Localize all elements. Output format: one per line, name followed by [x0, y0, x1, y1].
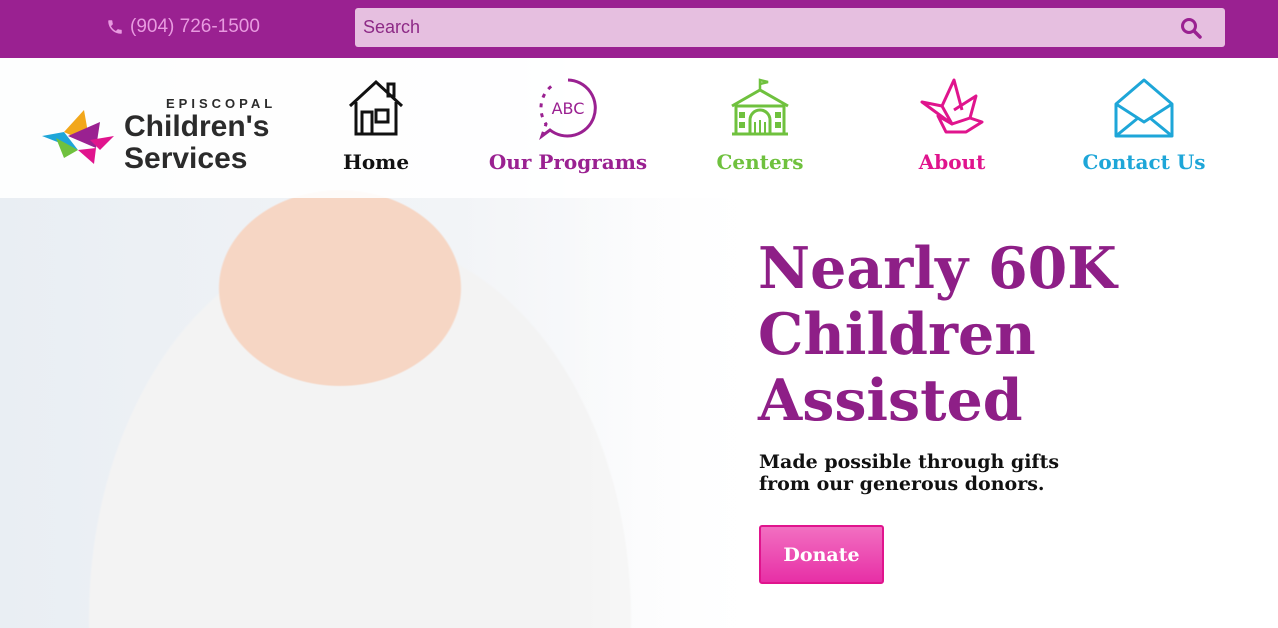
hero-headline-line-1: Nearly 60K	[758, 235, 1117, 302]
top-bar: (904) 726-1500	[0, 0, 1278, 58]
hero-headline: Nearly 60K Children Assisted	[758, 236, 1238, 434]
search-input[interactable]	[355, 8, 1175, 47]
building-icon	[731, 78, 789, 136]
logo-line-2: Children's	[124, 110, 270, 143]
logo-bird-icon	[42, 110, 114, 164]
nav-home[interactable]: Home	[286, 76, 466, 186]
nav-home-label: Home	[342, 150, 410, 174]
bird-icon	[920, 78, 984, 134]
donate-button[interactable]: Donate	[759, 525, 884, 584]
nav-centers[interactable]: Centers	[670, 76, 850, 186]
site-logo[interactable]: EPISCOPAL Children's Services	[38, 94, 288, 174]
hero-subtext: Made possible through gifts from our gen…	[759, 451, 1119, 495]
phone-icon	[108, 20, 122, 34]
search-bar	[355, 8, 1225, 47]
nav-about-label: About	[918, 150, 986, 174]
abc-chat-icon: ABC	[539, 78, 597, 140]
phone-link[interactable]: (904) 726-1500	[106, 16, 260, 38]
logo-line-1: EPISCOPAL	[166, 96, 277, 111]
nav-our-programs[interactable]: ABC Our Programs	[478, 76, 658, 186]
nav-about[interactable]: About	[862, 76, 1042, 186]
phone-number: (904) 726-1500	[130, 16, 260, 37]
main-nav: EPISCOPAL Children's Services Home ABC O…	[0, 58, 1278, 198]
svg-text:ABC: ABC	[552, 99, 585, 118]
house-icon	[348, 79, 404, 136]
nav-contact-us[interactable]: Contact Us	[1054, 76, 1234, 186]
search-icon[interactable]	[1179, 16, 1203, 40]
envelope-icon	[1114, 78, 1174, 138]
hero-headline-line-2: Children	[758, 301, 1036, 368]
hero-headline-line-3: Assisted	[758, 367, 1023, 434]
nav-our-programs-label: Our Programs	[488, 150, 648, 174]
nav-contact-us-label: Contact Us	[1082, 150, 1206, 174]
logo-line-3: Services	[124, 142, 248, 175]
hero-subtext-line-2: from our generous donors.	[759, 473, 1045, 495]
hero-subtext-line-1: Made possible through gifts	[759, 451, 1060, 473]
nav-centers-label: Centers	[716, 150, 804, 174]
